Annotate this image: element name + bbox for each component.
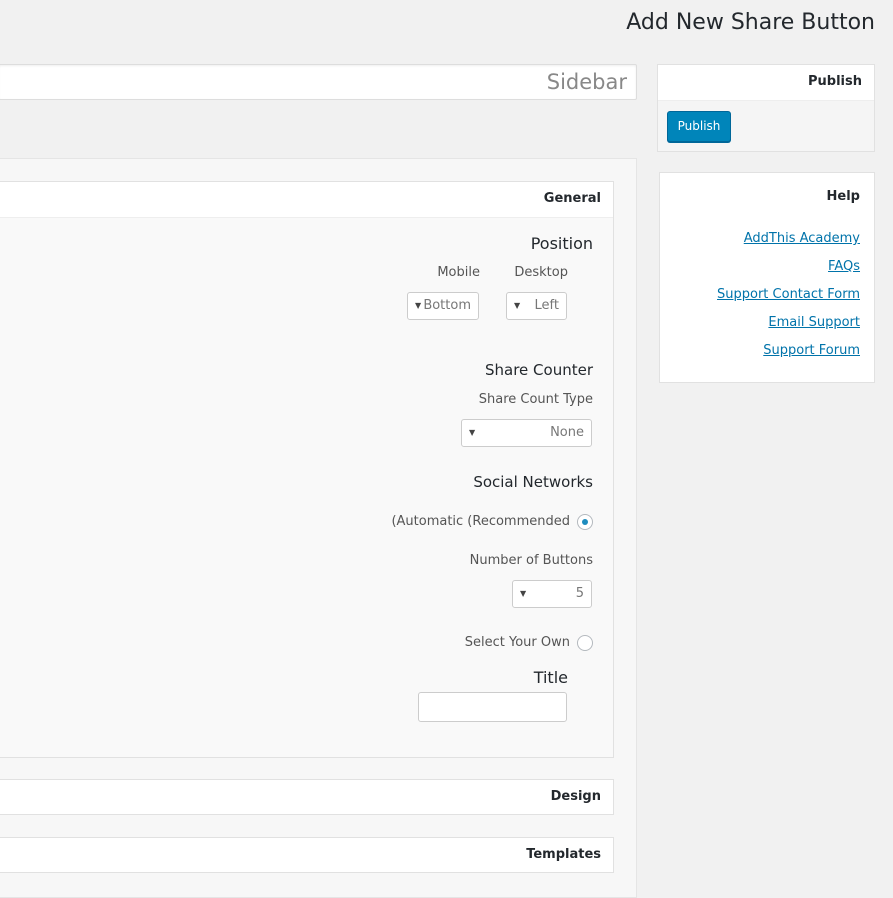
social-networks-heading: Social Networks <box>473 473 593 491</box>
position-heading: Position <box>530 234 593 253</box>
desktop-label: Desktop <box>514 265 568 280</box>
desktop-position-select[interactable]: ▼ Left <box>506 292 567 320</box>
share-count-type-label: Share Count Type <box>478 392 593 407</box>
number-of-buttons-value: 5 <box>575 586 584 601</box>
design-panel-header[interactable]: Design <box>0 779 614 815</box>
select-your-own-radio[interactable] <box>577 635 593 651</box>
title-label: Title <box>533 668 568 687</box>
desktop-position-value: Left <box>534 298 559 313</box>
title-input[interactable]: Sidebar <box>0 64 637 100</box>
publish-button[interactable]: Publish <box>667 111 731 142</box>
help-link-addthis-academy[interactable]: AddThis Academy <box>744 231 860 246</box>
general-panel-header[interactable]: General <box>0 182 613 218</box>
share-counter-heading: Share Counter <box>485 361 593 379</box>
mobile-position-value: Bottom <box>423 298 471 313</box>
number-of-buttons-select[interactable]: ▼ 5 <box>512 580 592 608</box>
mobile-position-select[interactable]: ▼ Bottom <box>407 292 479 320</box>
help-link-faqs[interactable]: FAQs <box>828 259 860 274</box>
automatic-label: (Automatic (Recommended <box>391 514 570 529</box>
number-of-buttons-label: Number of Buttons <box>469 553 593 568</box>
templates-panel-header[interactable]: Templates <box>0 837 614 873</box>
select-your-own-label: Select Your Own <box>464 635 570 650</box>
dropdown-arrow-icon: ▼ <box>469 428 476 437</box>
automatic-radio[interactable] <box>577 514 593 530</box>
help-heading: Help <box>826 189 860 204</box>
share-count-type-select[interactable]: ▼ None <box>461 419 592 447</box>
share-count-type-value: None <box>550 425 584 440</box>
publish-heading: Publish <box>658 65 874 101</box>
title-field[interactable] <box>418 692 567 722</box>
dropdown-arrow-icon: ▼ <box>520 589 527 598</box>
page-title: Add New Share Button <box>626 10 875 35</box>
help-link-support-forum[interactable]: Support Forum <box>763 343 860 358</box>
help-link-email-support[interactable]: Email Support <box>768 315 860 330</box>
mobile-label: Mobile <box>437 265 480 280</box>
dropdown-arrow-icon: ▼ <box>514 301 521 310</box>
dropdown-arrow-icon: ▼ <box>415 301 422 310</box>
help-link-support-contact-form[interactable]: Support Contact Form <box>717 287 860 302</box>
